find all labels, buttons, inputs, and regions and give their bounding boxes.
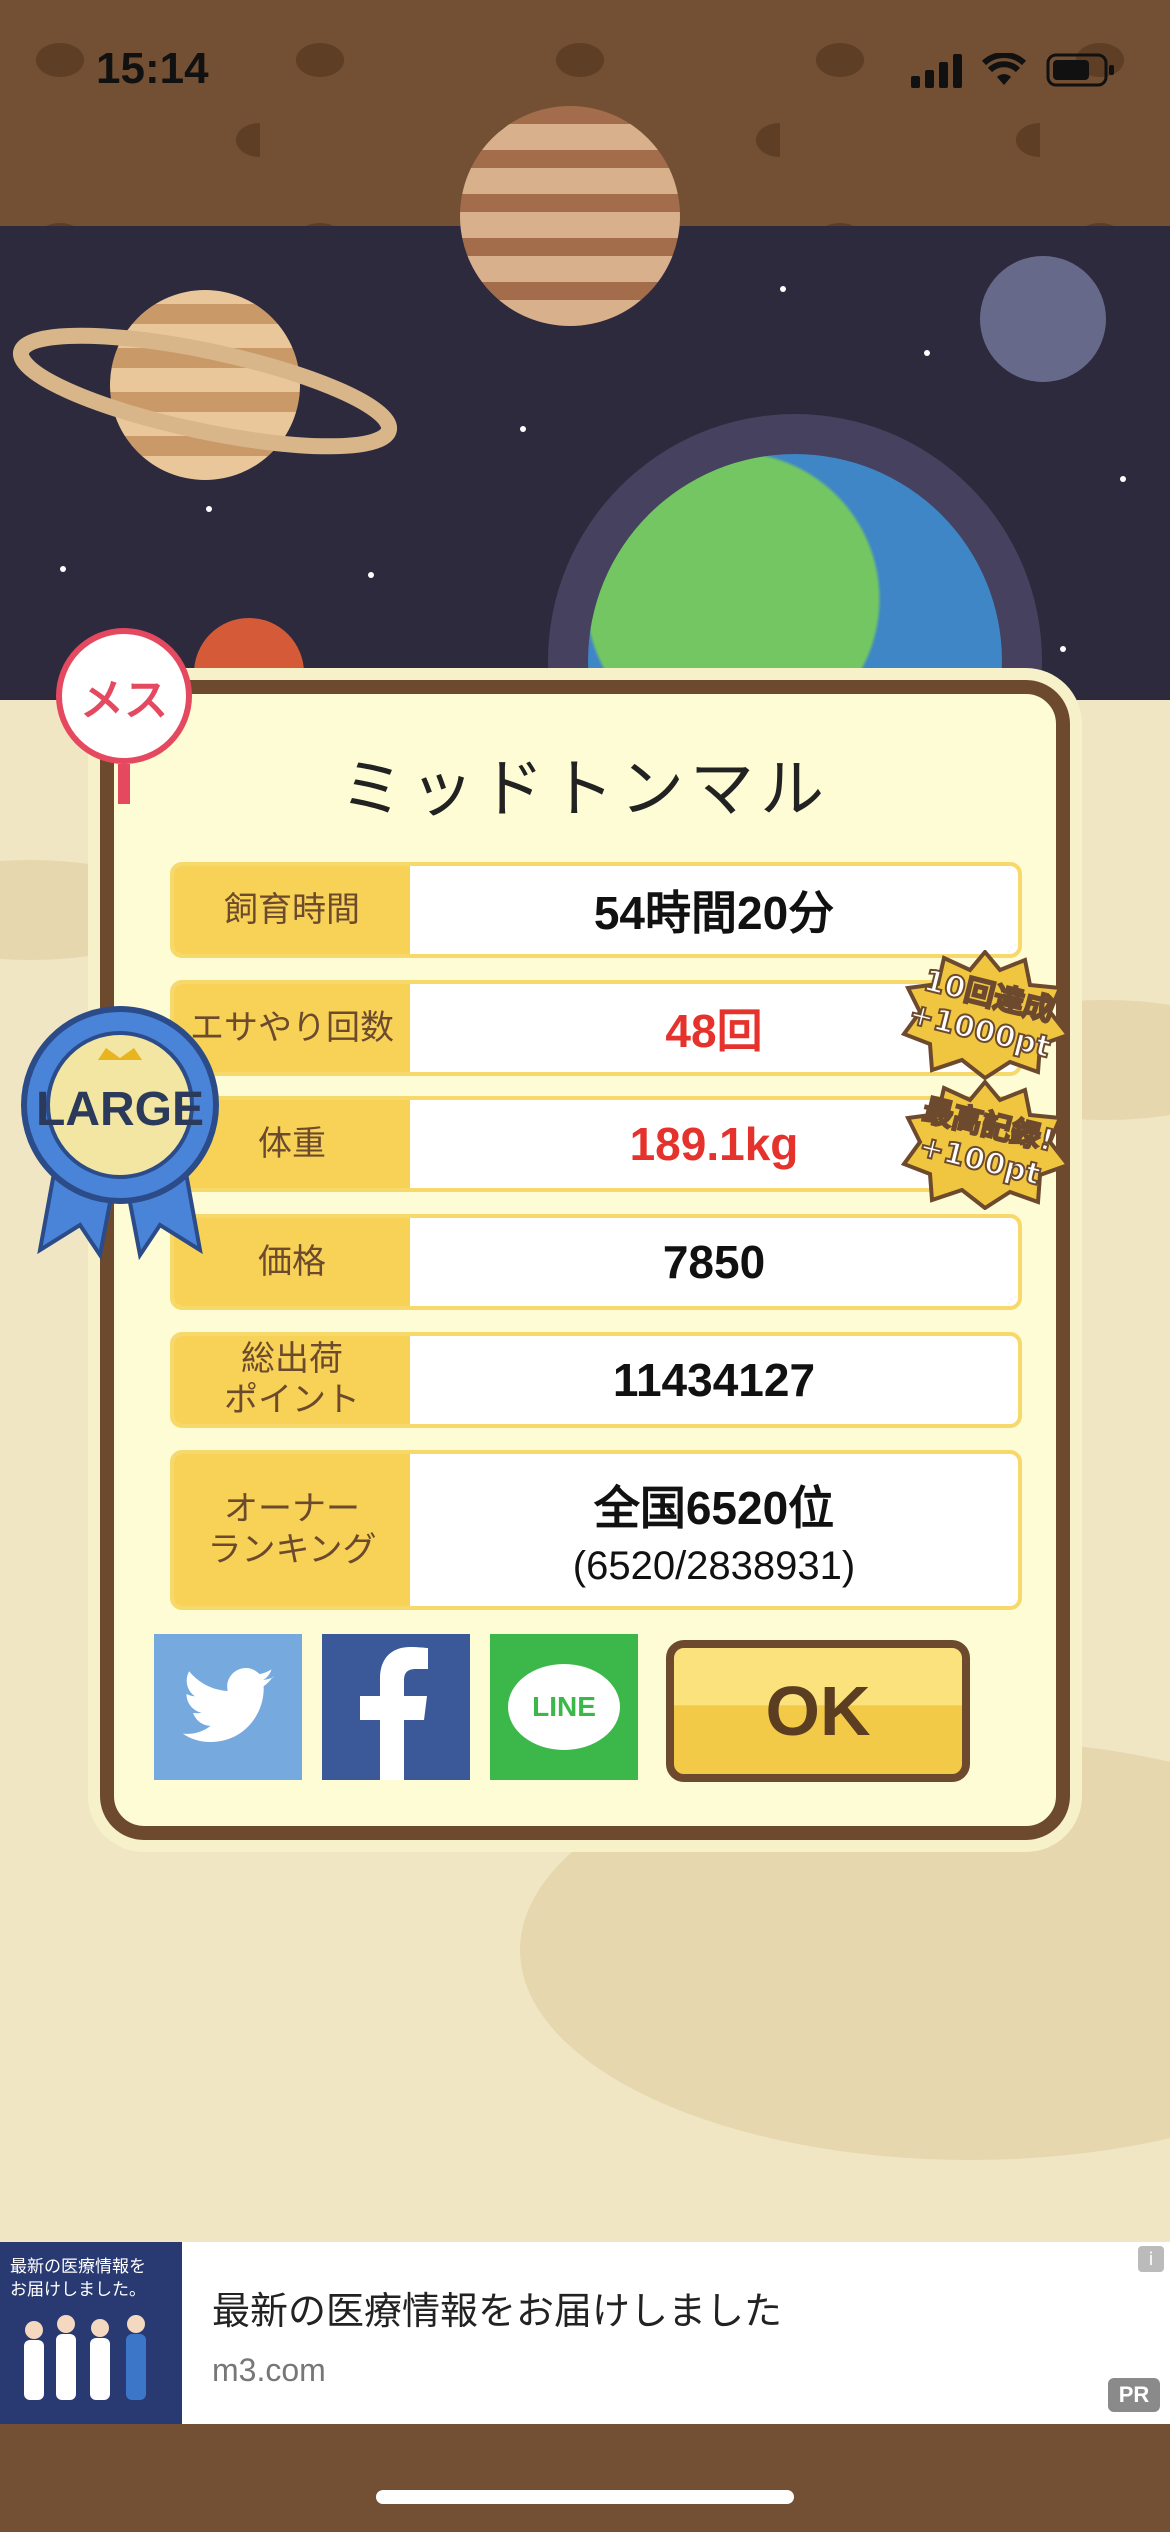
status-icons [911,52,1116,88]
battery-icon [1046,53,1114,87]
info-row-weight: 体重 189.1kg [170,1096,1022,1192]
jupiter-icon [460,106,680,326]
doctors-illustration-icon [24,2314,146,2400]
row-label: オーナー ランキング [174,1454,410,1606]
row-label: 総出荷 ポイント [174,1336,410,1424]
twitter-icon [182,1668,274,1742]
twitter-share-button[interactable] [154,1634,302,1780]
ad-pr-badge: PR [1108,2378,1160,2412]
ad-info-icon[interactable]: i [1138,2246,1164,2272]
ranking-sub: (6520/2838931) [572,1543,856,1588]
grey-moon-icon [980,256,1106,382]
large-ribbon-badge: LARGE [20,1000,220,1261]
large-label: LARGE [36,1083,204,1136]
ad-thumbnail[interactable]: 最新の医療情報を お届けしました。 [0,2242,182,2424]
result-card: ミッドトンマル 飼育時間 54時間20分 エサやり回数 48回 体重 189.1… [100,680,1070,1840]
info-row-owner-ranking: オーナー ランキング 全国6520位 (6520/2838931) [170,1450,1022,1610]
row-value: 全国6520位 (6520/2838931) [410,1454,1018,1606]
row-value: 54時間20分 [593,887,835,939]
row-value: 11434127 [612,1354,816,1406]
info-row-price: 価格 7850 [170,1214,1022,1310]
facebook-icon [360,1647,428,1780]
saturn-ring-icon [12,327,398,455]
female-gender-badge: メス [56,628,192,764]
info-row-feeding-count: エサやり回数 48回 [170,980,1022,1076]
status-time: 15:14 [96,44,209,93]
bonus-badge-feeding: 10回達成 +1000pt [900,950,1070,1080]
wifi-icon [982,53,1026,85]
pet-name: ミッドトンマル [340,753,830,827]
row-label: 飼育時間 [174,866,410,954]
ad-thumb-text: 最新の医療情報を お届けしました。 [10,2257,146,2300]
info-row-total-points: 総出荷 ポイント 11434127 [170,1332,1022,1428]
line-label: LINE [532,1691,596,1722]
female-symbol-stem [118,764,130,804]
ad-url[interactable]: m3.com [212,2352,326,2389]
line-icon: LINE [508,1664,620,1750]
facebook-share-button[interactable] [322,1634,470,1780]
row-value: 7850 [662,1236,766,1288]
home-indicator[interactable] [376,2490,794,2504]
ad-banner[interactable]: 最新の医療情報を お届けしました。 最新の医療情報をお届けしました m3.com… [0,2242,1170,2424]
cellular-signal-icon [911,52,962,88]
ranking-value: 全国6520位 [593,1481,835,1534]
line-share-button[interactable]: LINE [490,1634,638,1780]
ad-title[interactable]: 最新の医療情報をお届けしました [212,2280,782,2335]
gender-label: メス [80,675,168,726]
info-row-breeding-time: 飼育時間 54時間20分 [170,862,1022,958]
ok-button[interactable]: OK [666,1640,970,1782]
bottom-background [0,2424,1170,2532]
bonus-badge-record: 最高記録! +100pt [900,1080,1070,1210]
